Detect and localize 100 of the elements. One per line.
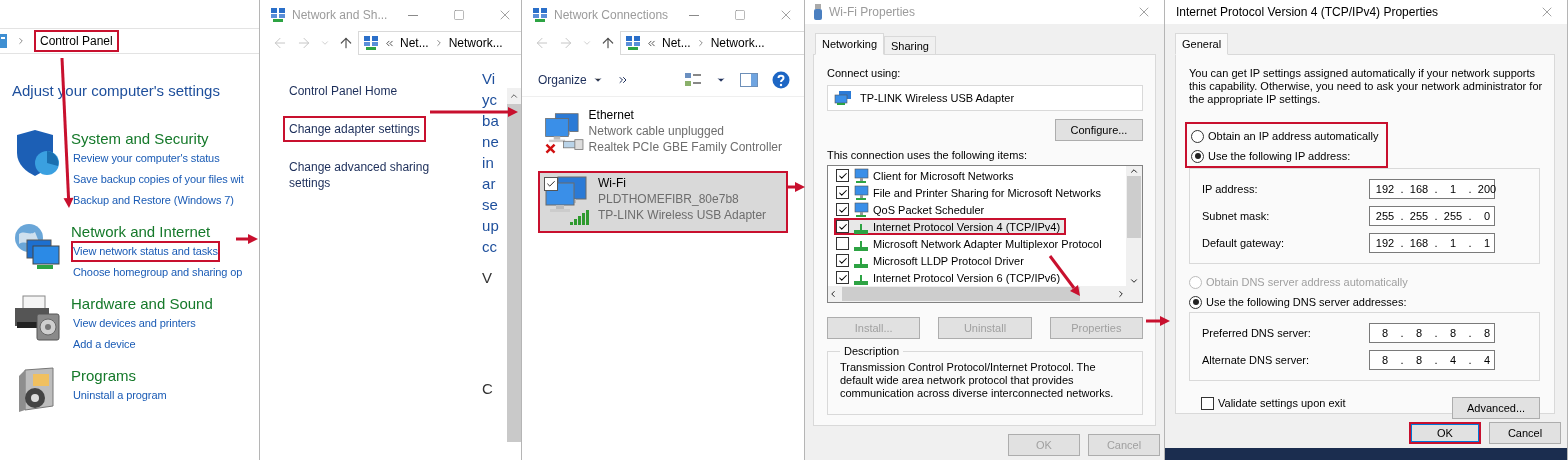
list-item[interactable]: Internet Protocol Version 6 (TCP/IPv6) — [834, 269, 1067, 286]
checkbox[interactable] — [836, 254, 849, 267]
sidebar-link[interactable]: Control Panel Home — [283, 78, 404, 104]
task-link[interactable]: Backup and Restore (Windows 7) — [71, 190, 236, 211]
list-item[interactable]: Microsoft LLDP Protocol Driver — [834, 252, 1030, 269]
window-title: Network and Sh... — [292, 8, 388, 22]
radio-button[interactable] — [1189, 295, 1202, 309]
connection-item[interactable]: Ethernet Network cable unplugged Realtek PCIe GBE Family Controller — [538, 103, 788, 165]
checkmark-icon — [837, 255, 848, 266]
ip-address-field[interactable]: 8 . 8 . 4 . 4 — [1369, 350, 1495, 370]
tab[interactable]: Sharing — [884, 36, 936, 55]
option-label[interactable]: Use the following IP address: — [1208, 150, 1351, 162]
dialog-button[interactable]: OK — [1409, 422, 1481, 444]
checkmark-icon — [837, 221, 848, 232]
scroll-up-icon — [509, 91, 519, 101]
category-link[interactable]: Hardware and Sound — [71, 294, 213, 313]
group-label: Description — [843, 345, 901, 357]
sidebar-link[interactable]: Change adapter settings — [283, 116, 426, 142]
double-chevron-icon — [616, 74, 629, 86]
radio-button[interactable] — [1191, 129, 1204, 143]
back-button[interactable] — [272, 35, 288, 51]
forward-button[interactable] — [296, 35, 312, 51]
up-button[interactable] — [600, 35, 616, 51]
help-icon — [772, 71, 790, 89]
view-dropdown[interactable] — [716, 75, 726, 85]
window-title: Network Connections — [554, 8, 669, 22]
list-item[interactable]: Internet Protocol Version 4 (TCP/IPv4) — [834, 218, 1067, 235]
globe-monitor-icon — [13, 222, 61, 270]
recent-pages-button[interactable] — [320, 38, 330, 48]
task-link[interactable]: Add a device — [71, 334, 138, 355]
ip-address-field[interactable]: 192 . 168 . 1 . 200 — [1369, 179, 1495, 199]
checkmark-icon — [837, 187, 848, 198]
option-label[interactable]: Use the following DNS server addresses: — [1206, 296, 1407, 308]
checkmark-icon — [546, 179, 556, 189]
task-link[interactable]: Uninstall a program — [71, 385, 169, 406]
task-link[interactable]: Review your computer's status — [71, 148, 222, 169]
option-label[interactable]: Validate settings upon exit — [1218, 397, 1346, 409]
minimize-icon — [408, 14, 419, 16]
caret-icon — [592, 75, 603, 85]
tab[interactable]: Networking — [815, 33, 885, 55]
category-link[interactable]: Programs — [71, 366, 137, 385]
breadcrumb-item[interactable]: Control Panel — [34, 30, 119, 52]
organize-menu[interactable]: Organize — [538, 73, 603, 87]
checkbox[interactable] — [836, 271, 849, 284]
dialog-button[interactable]: Cancel — [1489, 422, 1561, 444]
vertical-scrollbar[interactable] — [1126, 166, 1142, 286]
checkbox[interactable] — [836, 220, 849, 233]
checkbox[interactable] — [836, 186, 849, 199]
option-label[interactable]: Obtain an IP address automatically — [1208, 130, 1379, 142]
field-label: Connect using: — [827, 67, 902, 79]
connection-item[interactable]: Wi-Fi PLDTHOMEFIBR_80e7b8 TP-LINK Wireless USB Adapter — [538, 171, 788, 233]
network-service-icon — [853, 201, 869, 218]
scrollbar[interactable] — [507, 88, 521, 442]
network-icon — [625, 35, 641, 51]
preview-pane-button[interactable] — [740, 73, 758, 87]
forward-button[interactable] — [558, 35, 574, 51]
task-link[interactable]: View devices and printers — [71, 313, 198, 334]
caret-icon — [582, 38, 592, 48]
list-item[interactable]: Microsoft Network Adapter Multiplexor Protocol — [834, 235, 1108, 252]
checkbox[interactable] — [1201, 396, 1214, 410]
scrollbar-thumb[interactable] — [842, 287, 1080, 301]
configure-button[interactable]: Configure... — [1055, 119, 1143, 141]
ip-address-field[interactable]: 8 . 8 . 8 . 8 — [1369, 323, 1495, 343]
annotation-arrow — [786, 182, 805, 192]
recent-pages-button[interactable] — [582, 38, 592, 48]
cut-off-text: ne — [482, 132, 499, 152]
cut-off-text: V — [482, 268, 493, 288]
list-item[interactable]: Client for Microsoft Networks — [834, 167, 1020, 184]
task-link[interactable]: Save backup copies of your files wit — [71, 169, 246, 190]
checkbox[interactable] — [544, 177, 558, 191]
view-options-button[interactable] — [684, 72, 702, 88]
list-item[interactable]: File and Printer Sharing for Microsoft Networks — [834, 184, 1108, 201]
list-label: This connection uses the following items: — [827, 149, 1028, 161]
minimize-icon — [689, 14, 700, 16]
scrollbar-thumb[interactable] — [1127, 176, 1141, 239]
advanced-button[interactable]: Advanced... — [1452, 397, 1540, 419]
caret-icon — [716, 75, 726, 85]
network-adapter-icon — [834, 90, 852, 106]
sidebar-link[interactable]: Change advanced sharing settings — [283, 154, 455, 196]
category-link[interactable]: Network and Internet — [71, 222, 211, 241]
address-bar[interactable]: Net... Network... — [620, 31, 804, 55]
horizontal-scrollbar[interactable] — [828, 286, 1126, 302]
more-button[interactable] — [616, 74, 629, 86]
ip-address-field[interactable]: 255 . 255 . 255 . 0 — [1369, 206, 1495, 226]
help-button[interactable] — [772, 71, 790, 89]
checkbox[interactable] — [836, 169, 849, 182]
back-button[interactable] — [534, 35, 550, 51]
cut-off-text: ba — [482, 111, 499, 131]
checkbox[interactable] — [836, 203, 849, 216]
category-link[interactable]: System and Security — [71, 129, 209, 148]
radio-button[interactable] — [1191, 149, 1204, 163]
checkbox[interactable] — [836, 237, 849, 250]
up-button[interactable] — [338, 35, 354, 51]
network-icon — [270, 7, 286, 23]
address-bar[interactable]: Net... Network... — [358, 31, 521, 55]
task-link[interactable]: Choose homegroup and sharing op — [71, 262, 245, 283]
task-link[interactable]: View network status and tasks — [71, 241, 220, 262]
tab[interactable]: General — [1175, 33, 1229, 55]
ip-address-field[interactable]: 192 . 168 . 1 . 1 — [1369, 233, 1495, 253]
list-item[interactable]: QoS Packet Scheduler — [834, 201, 991, 218]
